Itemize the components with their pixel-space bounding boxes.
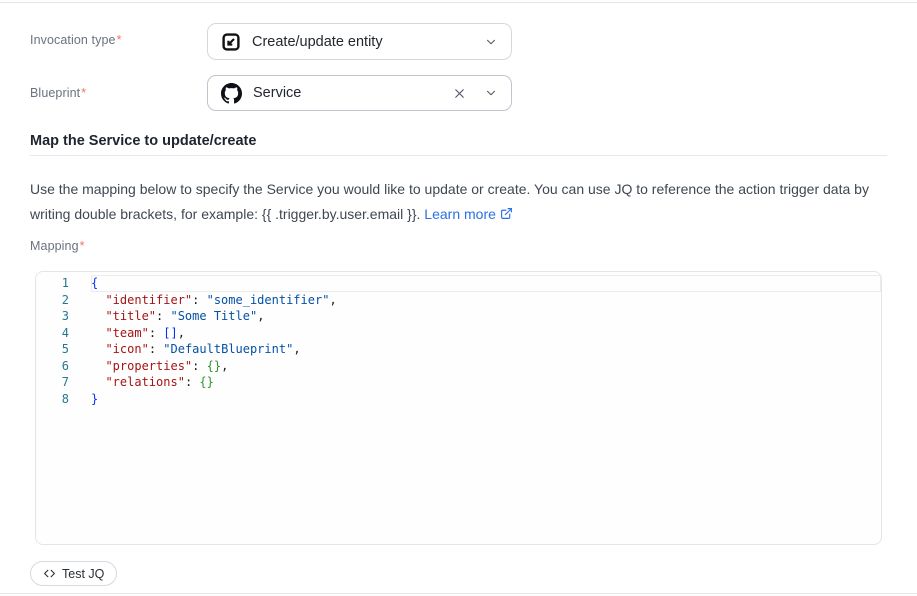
create-update-entity-icon	[221, 32, 241, 52]
blueprint-label-text: Blueprint	[30, 86, 80, 100]
mapping-label: Mapping*	[30, 239, 85, 253]
code-line-content: "identifier": "some_identifier",	[91, 292, 881, 309]
line-number: 8	[36, 391, 91, 408]
line-number: 3	[36, 308, 91, 325]
code-line[interactable]: 7 "relations": {}	[36, 374, 881, 391]
section-divider	[30, 155, 887, 156]
code-line[interactable]: 4 "team": [],	[36, 325, 881, 342]
close-icon[interactable]	[452, 86, 467, 101]
code-line-content: {	[91, 275, 881, 292]
blueprint-value: Service	[253, 85, 301, 101]
code-line[interactable]: 1{	[36, 275, 881, 292]
blueprint-select[interactable]: Service	[207, 75, 512, 111]
code-line-content: }	[91, 391, 881, 408]
mapping-code-editor[interactable]: 1{2 "identifier": "some_identifier",3 "t…	[35, 271, 882, 545]
bottom-divider	[0, 593, 917, 594]
code-icon	[43, 567, 56, 580]
invocation-type-value: Create/update entity	[252, 34, 383, 50]
line-number: 2	[36, 292, 91, 309]
code-line[interactable]: 5 "icon": "DefaultBlueprint",	[36, 341, 881, 358]
code-line[interactable]: 8}	[36, 391, 881, 408]
required-asterisk: *	[81, 86, 86, 100]
external-link-icon[interactable]	[500, 203, 513, 228]
editor-lines: 1{2 "identifier": "some_identifier",3 "t…	[36, 275, 881, 407]
required-asterisk: *	[80, 239, 85, 253]
invocation-type-label-text: Invocation type	[30, 33, 116, 47]
code-line[interactable]: 6 "properties": {},	[36, 358, 881, 375]
top-divider	[0, 2, 917, 3]
test-jq-button[interactable]: Test JQ	[30, 561, 117, 586]
code-line-content: "relations": {}	[91, 374, 881, 391]
line-number: 4	[36, 325, 91, 342]
mapping-label-text: Mapping	[30, 239, 79, 253]
code-line[interactable]: 2 "identifier": "some_identifier",	[36, 292, 881, 309]
line-number: 5	[36, 341, 91, 358]
line-number: 7	[36, 374, 91, 391]
section-heading: Map the Service to update/create	[30, 133, 256, 149]
chevron-down-icon[interactable]	[484, 86, 498, 100]
github-icon	[221, 83, 242, 104]
chevron-down-icon[interactable]	[484, 35, 498, 49]
invocation-type-select[interactable]: Create/update entity	[207, 23, 512, 60]
section-description: Use the mapping below to specify the Ser…	[30, 177, 882, 228]
line-number: 1	[36, 275, 91, 292]
line-number: 6	[36, 358, 91, 375]
blueprint-label: Blueprint*	[30, 86, 86, 100]
action-mapping-form: Invocation type* Create/update entity Bl…	[0, 0, 917, 596]
code-line-content: "title": "Some Title",	[91, 308, 881, 325]
code-line-content: "icon": "DefaultBlueprint",	[91, 341, 881, 358]
learn-more-link[interactable]: Learn more	[424, 206, 496, 222]
code-line-content: "team": [],	[91, 325, 881, 342]
code-line-content: "properties": {},	[91, 358, 881, 375]
required-asterisk: *	[117, 33, 122, 47]
test-jq-button-label: Test JQ	[62, 567, 104, 581]
code-line[interactable]: 3 "title": "Some Title",	[36, 308, 881, 325]
invocation-type-label: Invocation type*	[30, 33, 122, 47]
